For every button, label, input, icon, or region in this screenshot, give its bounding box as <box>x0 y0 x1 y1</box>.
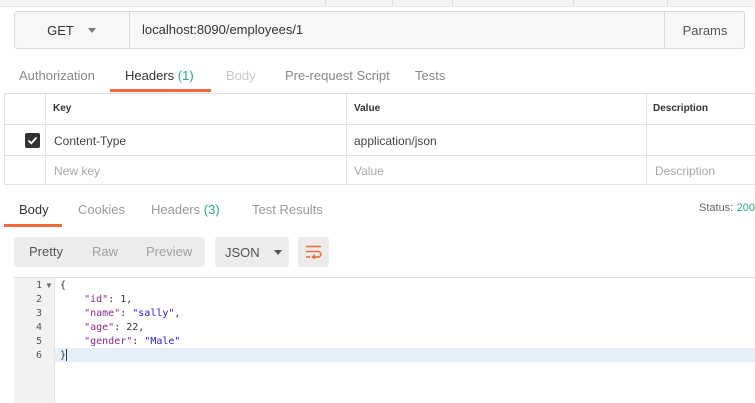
column-header-value: Value <box>354 103 381 114</box>
new-key-input[interactable]: New key <box>54 164 100 178</box>
view-pretty-button[interactable]: Pretty <box>29 237 63 267</box>
json-punct: , <box>138 322 145 333</box>
json-value: "sally" <box>132 308 175 319</box>
tab-body[interactable]: Body <box>226 68 256 88</box>
tab-pre-request-script[interactable]: Pre-request Script <box>285 68 390 88</box>
wrap-lines-button[interactable] <box>298 237 329 267</box>
json-value: "Male" <box>144 336 181 347</box>
format-select[interactable]: JSON <box>215 237 289 267</box>
code-line: "id": 1, <box>84 294 133 305</box>
params-button[interactable]: Params <box>664 11 745 49</box>
text-cursor <box>66 349 67 361</box>
tab-tests[interactable]: Tests <box>415 68 445 88</box>
tab-headers-label: Headers <box>125 68 175 83</box>
top-strip <box>0 0 755 7</box>
json-punct: , <box>126 294 133 305</box>
chevron-down-icon <box>273 249 282 255</box>
header-key-field[interactable]: Content-Type <box>54 134 126 148</box>
new-description-input[interactable]: Description <box>655 164 715 178</box>
line-number: 5 <box>35 336 42 347</box>
code-line: "gender": "Male" <box>84 336 181 347</box>
json-key: "id" <box>84 294 109 305</box>
method-label: GET <box>47 22 74 38</box>
url-input[interactable]: localhost:8090/employees/1 <box>142 11 303 49</box>
wrap-lines-icon <box>305 245 322 259</box>
chevron-down-icon <box>87 27 96 33</box>
column-header-key: Key <box>53 103 72 114</box>
line-number: 4 <box>35 322 42 333</box>
active-tab-indicator <box>110 89 211 92</box>
check-icon <box>27 136 38 145</box>
response-tab-cookies[interactable]: Cookies <box>78 202 125 217</box>
status-code: 200 <box>736 202 755 214</box>
response-tab-test-results[interactable]: Test Results <box>252 202 323 217</box>
code-line: "age": 22, <box>84 322 145 333</box>
header-value-field[interactable]: application/json <box>354 134 437 148</box>
view-preview-button[interactable]: Preview <box>146 237 192 267</box>
view-raw-button[interactable]: Raw <box>92 237 118 267</box>
new-value-input[interactable]: Value <box>354 164 384 178</box>
method-select[interactable]: GET <box>14 11 130 49</box>
code-line: "name": "sally", <box>84 308 181 319</box>
json-key: "name" <box>84 308 121 319</box>
code-line: { <box>60 280 66 291</box>
header-description-field[interactable] <box>654 134 749 150</box>
response-tab-headers[interactable]: Headers (3) <box>151 202 220 217</box>
brace-open: { <box>60 280 67 291</box>
tab-headers[interactable]: Headers (1) <box>125 68 194 88</box>
json-key: "age" <box>84 322 115 333</box>
response-tab-headers-count: (3) <box>203 202 220 217</box>
line-number: 6 <box>35 350 42 361</box>
status-label: Status: <box>699 202 734 214</box>
response-status: Status: 200 <box>699 200 755 214</box>
format-label: JSON <box>225 244 260 260</box>
response-active-tab-indicator <box>4 224 62 227</box>
response-tab-headers-label: Headers <box>151 202 201 217</box>
tab-headers-count: (1) <box>177 68 194 83</box>
column-header-description: Description <box>653 103 709 114</box>
line-number: 3 <box>35 308 42 319</box>
response-tab-body[interactable]: Body <box>19 202 49 217</box>
current-line-highlight <box>14 348 755 362</box>
json-punct: , <box>174 308 181 319</box>
header-row-checkbox[interactable] <box>25 133 40 148</box>
tab-authorization[interactable]: Authorization <box>19 68 95 88</box>
line-number: 2 <box>35 294 42 305</box>
fold-arrow-icon[interactable]: ▼ <box>45 281 53 290</box>
json-value: 22 <box>126 322 139 333</box>
json-key: "gender" <box>84 336 133 347</box>
line-number: 1 <box>35 280 42 291</box>
